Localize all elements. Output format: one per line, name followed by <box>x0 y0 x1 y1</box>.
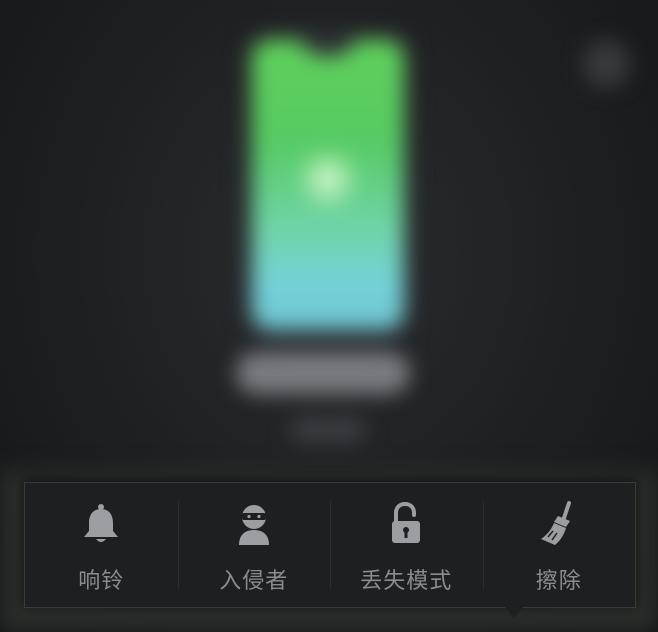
ring-label: 响铃 <box>78 569 125 594</box>
device-location-glow <box>298 149 358 210</box>
device-name-placeholder <box>236 352 410 394</box>
intruder-mask-icon <box>227 497 281 551</box>
lost-mode-label: 丢失模式 <box>360 569 453 594</box>
unlocked-padlock-icon <box>379 497 433 551</box>
bell-icon <box>74 497 128 551</box>
intruder-button[interactable]: 入侵者 <box>177 483 331 607</box>
refresh-button[interactable] <box>582 40 630 88</box>
lost-mode-button[interactable]: 丢失模式 <box>330 483 483 607</box>
intruder-label: 入侵者 <box>219 569 289 594</box>
device-preview <box>252 34 404 330</box>
ring-button[interactable]: 响铃 <box>25 483 178 607</box>
erase-label: 擦除 <box>535 569 582 594</box>
toolbar-pointer <box>504 606 524 618</box>
broom-icon <box>532 497 586 551</box>
device-status-placeholder <box>290 418 366 442</box>
device-action-toolbar: 响铃 入侵者 丢失模式 擦除 <box>24 482 636 608</box>
device-notch <box>301 34 355 56</box>
find-device-screen: 响铃 入侵者 丢失模式 擦除 <box>0 0 658 632</box>
erase-button[interactable]: 擦除 <box>482 483 636 607</box>
